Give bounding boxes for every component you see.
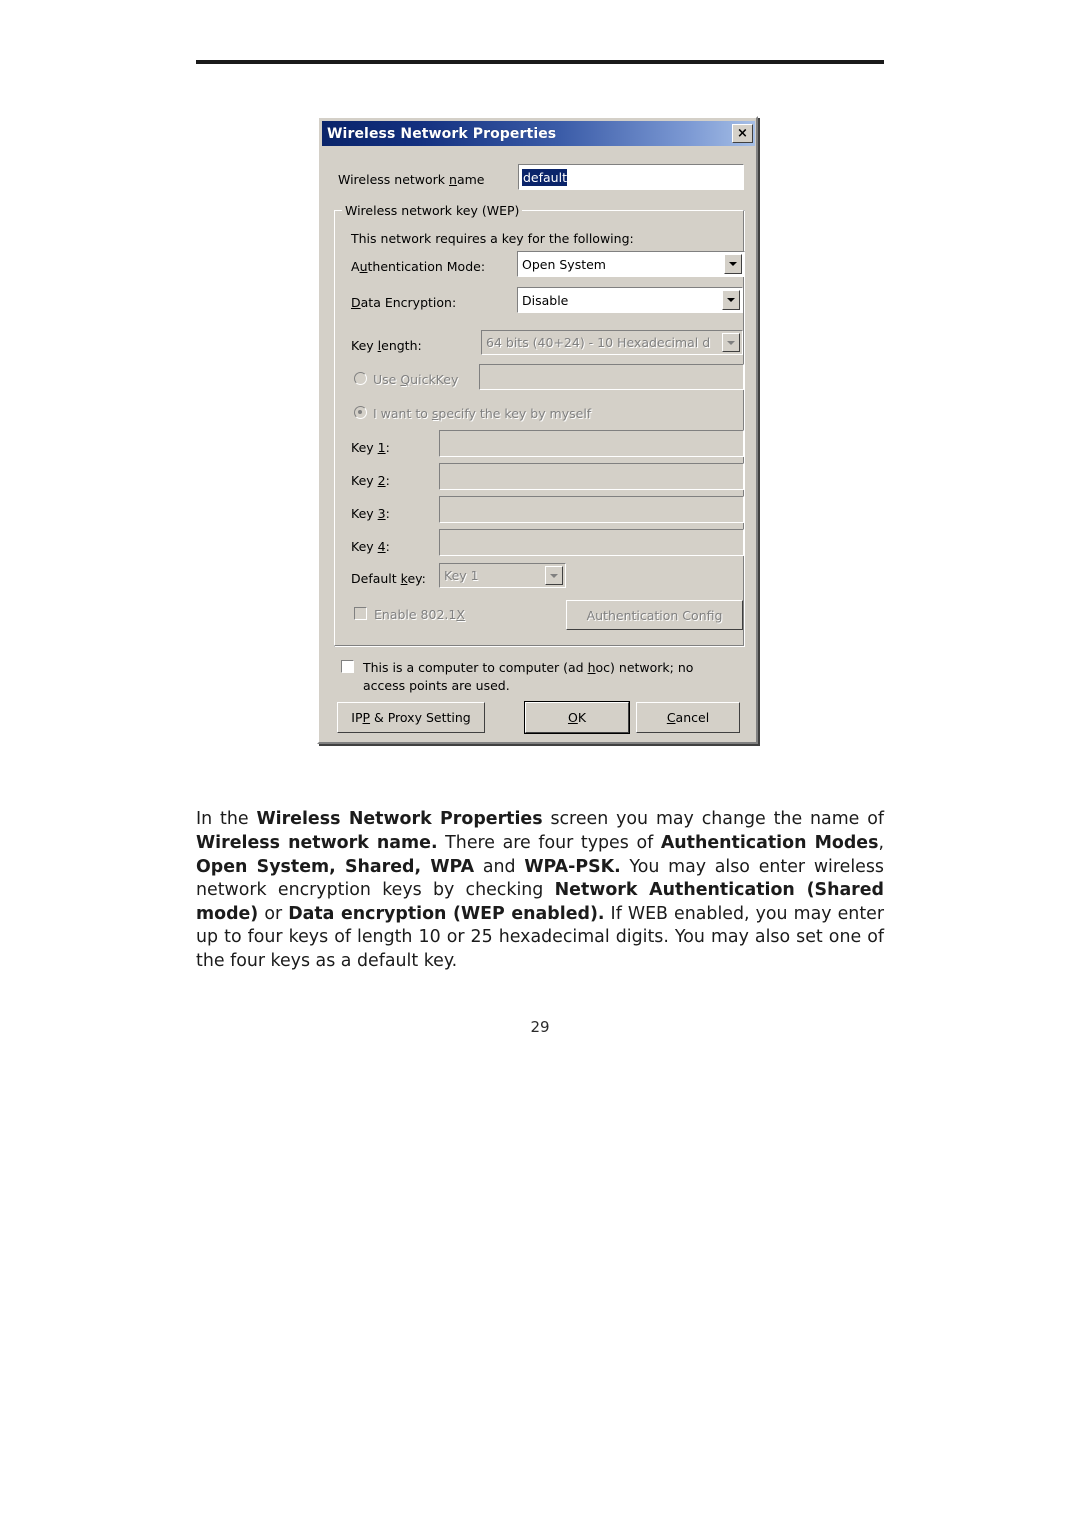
body-segment: Wireless Network Properties	[256, 809, 543, 830]
chevron-down-icon[interactable]	[545, 566, 563, 585]
key-2-input[interactable]	[439, 463, 744, 490]
default-key-value: Key 1	[444, 568, 479, 583]
chevron-down-icon[interactable]	[722, 290, 740, 310]
ok-button[interactable]: OK	[524, 701, 630, 734]
body-segment: There are four types of	[437, 832, 661, 853]
authentication-config-label: Authentication Config	[586, 607, 723, 623]
data-encryption-select[interactable]: Disable	[517, 287, 743, 313]
cancel-button-label: Cancel	[666, 710, 710, 725]
use-quickkey-radio[interactable]	[354, 372, 367, 385]
body-segment: Wireless network name.	[196, 832, 438, 853]
key-1-label: Key 1:	[351, 440, 390, 455]
ok-button-label: OK	[567, 710, 587, 725]
data-encryption-label: Data Encryption:	[351, 295, 457, 310]
wireless-network-name-input[interactable]: default	[518, 164, 744, 190]
key-4-input[interactable]	[439, 529, 744, 556]
quickkey-input[interactable]	[479, 364, 744, 390]
key-length-value: 64 bits (40+24) - 10 Hexadecimal d	[486, 335, 711, 350]
ip-proxy-setting-button[interactable]: IPP & Proxy Setting	[337, 702, 485, 733]
body-segment: and	[474, 856, 525, 877]
key-4-label: Key 4:	[351, 539, 390, 554]
chevron-down-icon[interactable]	[724, 254, 742, 274]
page-number: 29	[530, 1018, 550, 1036]
authentication-config-button[interactable]: Authentication Config	[566, 600, 743, 630]
key-1-input[interactable]	[439, 430, 744, 457]
cancel-button[interactable]: Cancel	[636, 702, 740, 733]
key-length-select[interactable]: 64 bits (40+24) - 10 Hexadecimal d	[481, 330, 743, 355]
key-3-input[interactable]	[439, 496, 744, 523]
wireless-network-properties-dialog: Wireless Network Properties × Wireless n…	[317, 116, 758, 744]
key-3-label: Key 3:	[351, 506, 390, 521]
page-header-rule	[196, 60, 884, 64]
body-segment: or	[258, 903, 289, 924]
dialog-inner-frame: Wireless Network Properties × Wireless n…	[319, 118, 756, 742]
default-key-label: Default key:	[351, 571, 426, 586]
key-2-label: Key 2:	[351, 473, 390, 488]
key-required-text: This network requires a key for the foll…	[351, 231, 634, 246]
adhoc-network-label-line1: This is a computer to computer (ad hoc) …	[363, 660, 694, 675]
dialog-titlebar[interactable]: Wireless Network Properties ×	[322, 121, 755, 146]
dialog-title: Wireless Network Properties	[327, 125, 557, 142]
body-paragraph: In the Wireless Network Properties scree…	[196, 808, 884, 973]
wireless-network-name-value: default	[522, 168, 567, 186]
wireless-network-key-groupbox-title: Wireless network key (WEP)	[342, 203, 523, 218]
body-segment: Data encryption (WEP enabled).	[288, 903, 605, 924]
wireless-network-name-label: Wireless network name	[338, 172, 485, 187]
ip-proxy-setting-label: IPP & Proxy Setting	[351, 710, 471, 725]
chevron-down-icon[interactable]	[722, 333, 740, 352]
adhoc-network-label-line2: access points are used.	[363, 678, 510, 693]
key-length-label: Key length:	[351, 338, 422, 353]
body-segment: WPA-PSK.	[524, 856, 621, 877]
specify-key-myself-label: I want to specify the key by myself	[373, 406, 592, 421]
close-icon[interactable]: ×	[732, 124, 753, 143]
authentication-mode-label: Authentication Mode:	[351, 259, 486, 274]
body-segment: In the	[196, 809, 257, 830]
body-segment: screen you may change the name of	[542, 809, 884, 830]
body-segment: ,	[878, 832, 884, 853]
specify-key-myself-radio[interactable]	[354, 406, 367, 419]
data-encryption-value: Disable	[522, 292, 569, 308]
enable-8021x-label: Enable 802.1X	[374, 607, 465, 622]
authentication-mode-select[interactable]: Open System	[517, 251, 745, 277]
body-segment: Authentication Modes	[660, 832, 879, 853]
default-key-select[interactable]: Key 1	[439, 563, 566, 588]
use-quickkey-label: Use QuickKey	[373, 372, 459, 387]
adhoc-network-checkbox[interactable]	[341, 660, 354, 673]
authentication-mode-value: Open System	[522, 256, 606, 272]
enable-8021x-checkbox[interactable]	[354, 607, 367, 620]
body-segment: Open System, Shared, WPA	[196, 856, 475, 877]
